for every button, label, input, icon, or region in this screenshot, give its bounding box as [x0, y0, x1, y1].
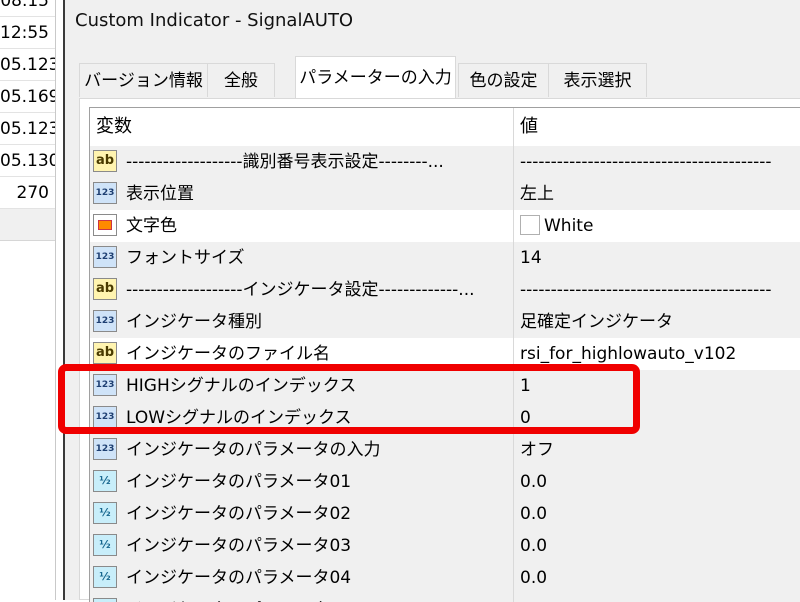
custom-indicator-dialog: Custom Indicator - SignalAUTO バージョン情報 全般… — [65, 0, 800, 602]
color-name: White — [544, 216, 594, 236]
grid-row[interactable]: ab -------------------インジケータ設定----------… — [90, 274, 800, 307]
row-label: インジケータのパラメータ02 — [126, 504, 352, 524]
selected-row-strip — [0, 209, 55, 241]
row-label: インジケータ種別 — [126, 312, 262, 332]
row-label: 表示位置 — [126, 184, 194, 204]
row-label: インジケータのパラメータ05 — [126, 594, 351, 602]
row-label: インジケータのパラメータ03 — [126, 536, 352, 556]
grid-row[interactable]: ½ インジケータのパラメータ04 0.0 — [90, 562, 800, 595]
half-icon: ½ — [93, 534, 117, 556]
tab-colors[interactable]: 色の設定 — [458, 63, 549, 97]
grid-row[interactable]: 123 フォントサイズ 14 — [90, 242, 800, 275]
123-icon: 123 — [93, 246, 117, 268]
grid-row[interactable]: ½ インジケータのパラメータ03 0.0 — [90, 530, 800, 563]
grid-row[interactable]: ½ インジケータのパラメータ02 0.0 — [90, 498, 800, 531]
parameter-grid[interactable]: 変数 値 ab -------------------識別番号表示設定-----… — [89, 107, 800, 602]
half-icon: ½ — [93, 470, 117, 492]
row-value[interactable]: 左上 — [520, 178, 554, 210]
tab-visualization[interactable]: 表示選択 — [548, 63, 647, 97]
row-value[interactable]: 14 — [520, 242, 542, 274]
grid-header: 変数 値 — [90, 108, 800, 147]
price-row: 08.15 — [0, 0, 55, 17]
half-icon: ½ — [93, 598, 117, 602]
row-value[interactable]: 0.0 — [520, 530, 547, 562]
color-value[interactable]: White — [520, 210, 593, 242]
row-label: インジケータのパラメータ01 — [126, 472, 352, 492]
row-value[interactable]: 0.0 — [520, 594, 547, 602]
price-row: 05.123 — [0, 114, 59, 145]
price-row: 270 — [0, 178, 55, 209]
price-row: 05.169 — [0, 82, 59, 113]
grid-row[interactable]: ab -------------------識別番号表示設定--------..… — [90, 146, 800, 179]
dialog-title: Custom Indicator - SignalAUTO — [75, 10, 354, 31]
123-icon: 123 — [93, 438, 117, 460]
row-value[interactable]: 0.0 — [520, 562, 547, 594]
grid-row[interactable]: 123 インジケータ種別 足確定インジケータ — [90, 306, 800, 339]
color-swatch-white — [520, 214, 540, 235]
highlight-annotation — [58, 364, 640, 434]
ab-icon: ab — [93, 342, 117, 364]
background-price-panel: 08.15 12:55 05.123 05.169 05.123 05.130 … — [0, 0, 59, 600]
row-label: -------------------インジケータ設定-------------… — [126, 280, 475, 300]
tab-version-info[interactable]: バージョン情報 — [79, 63, 208, 97]
grid-row[interactable]: ½ インジケータのパラメータ01 0.0 — [90, 466, 800, 499]
price-row: 05.123 — [0, 50, 59, 81]
grid-row[interactable]: ½ インジケータのパラメータ05 0.0 — [90, 594, 800, 602]
tab-bar: バージョン情報 全般 パラメーターの入力 色の設定 表示選択 — [79, 56, 800, 99]
tab-panel-parameters: 変数 値 ab -------------------識別番号表示設定-----… — [79, 98, 800, 602]
ab-icon: ab — [93, 278, 117, 300]
123-icon: 123 — [93, 310, 117, 332]
color-icon — [93, 214, 117, 236]
row-label: -------------------識別番号表示設定--------... — [126, 152, 444, 172]
row-value[interactable]: ----------------------------------------… — [520, 274, 772, 306]
row-value[interactable]: 足確定インジケータ — [520, 306, 673, 338]
123-icon: 123 — [93, 182, 117, 204]
row-label: インジケータのパラメータ04 — [126, 568, 352, 588]
price-row: 05.130 — [0, 146, 59, 177]
grid-row[interactable]: 文字色 White — [90, 210, 800, 243]
grid-row[interactable]: 123 インジケータのパラメータの入力 オフ — [90, 434, 800, 467]
tab-general[interactable]: 全般 — [207, 63, 275, 97]
header-value[interactable]: 値 — [514, 108, 538, 146]
ab-icon: ab — [93, 150, 117, 172]
price-row: 12:55 — [0, 18, 55, 49]
row-label: 文字色 — [126, 216, 177, 236]
row-value[interactable]: ----------------------------------------… — [520, 146, 772, 178]
column-divider[interactable] — [513, 108, 514, 602]
row-label: フォントサイズ — [126, 248, 245, 268]
half-icon: ½ — [93, 502, 117, 524]
tab-parameters[interactable]: パラメーターの入力 — [295, 56, 456, 98]
row-label: インジケータのパラメータの入力 — [126, 440, 381, 460]
row-value[interactable]: 0.0 — [520, 466, 547, 498]
half-icon: ½ — [93, 566, 117, 588]
row-value[interactable]: 0.0 — [520, 498, 547, 530]
header-variable[interactable]: 変数 — [90, 108, 132, 146]
row-value[interactable]: オフ — [520, 434, 554, 466]
grid-row[interactable]: 123 表示位置 左上 — [90, 178, 800, 211]
